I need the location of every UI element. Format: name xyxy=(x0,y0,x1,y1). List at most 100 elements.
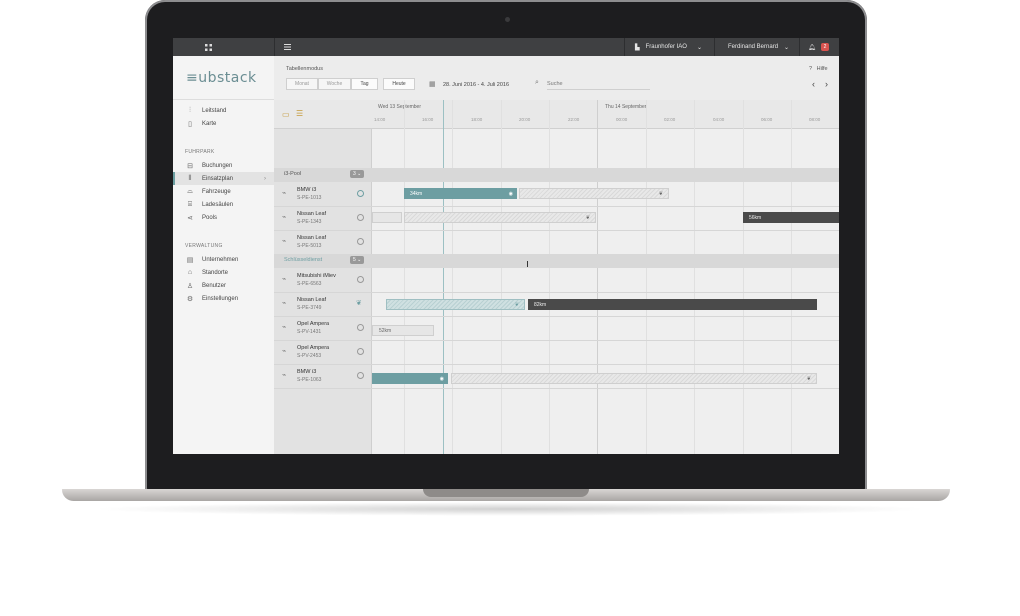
booking-bar[interactable]: ❦ xyxy=(451,373,817,384)
vehicle-row[interactable]: ⌁ Mitsubishi iMiev S-PE-6563 xyxy=(274,268,371,292)
hour-tick: 18:00 xyxy=(471,117,483,122)
toolbar: Tabellenmodus Monat Woche Tag Heute ▦ 28… xyxy=(274,56,839,100)
company-name: Fraunhofer IAO xyxy=(645,44,687,50)
today-button[interactable]: Heute xyxy=(383,78,415,90)
vehicle-row[interactable]: ⌁ Nissan Leaf S-PE-5013 xyxy=(274,230,371,254)
user-name: Ferdinand Bernard xyxy=(728,44,779,50)
booking-bar[interactable]: ◉ xyxy=(372,373,448,384)
laptop-shadow xyxy=(90,502,930,516)
sidebar-item-karte[interactable]: ▯ Karte xyxy=(173,117,274,130)
vehicle-row[interactable]: ⌁ Opel Ampera S-PV-2453 xyxy=(274,340,371,364)
car-side-icon: ⌓ xyxy=(187,187,193,195)
vehicle-row[interactable]: ⌁ BMW i3 S-PE-1063 xyxy=(274,364,371,388)
status-circle-icon xyxy=(357,324,364,331)
hour-tick: 02:00 xyxy=(664,117,676,122)
day-label: Thu 14 September xyxy=(605,104,647,110)
sidebar-item-einstellungen[interactable]: ⚙︎ Einstellungen xyxy=(173,292,274,305)
help-label: Hilfe xyxy=(816,66,828,72)
chevron-right-icon: › xyxy=(264,175,266,182)
status-circle-icon xyxy=(357,348,364,355)
view-month-button[interactable]: Monat xyxy=(286,78,318,90)
vehicle-row[interactable]: ⌁ Nissan Leaf S-PE-3749 ❦ xyxy=(274,292,371,316)
apps-grid-icon[interactable] xyxy=(173,38,273,56)
camera-dot xyxy=(505,17,510,22)
grid-line xyxy=(791,100,792,454)
booking-bar[interactable]: ❦ xyxy=(519,188,669,199)
help-link[interactable]: ? Hilfe xyxy=(809,66,828,72)
status-circle-icon xyxy=(357,276,364,283)
sidebar-item-leitstand[interactable]: ⫶ Leitstand xyxy=(173,104,274,117)
sidebar-item-pools[interactable]: ⋖ Pools xyxy=(173,211,274,224)
notifications[interactable]: 🔔︎ 2 xyxy=(799,38,839,56)
search-icon: ⌕ xyxy=(535,79,539,86)
sidebar-item-buchungen[interactable]: ⊟ Buchungen xyxy=(173,159,274,172)
vehicle-plate: S-PV-2453 xyxy=(297,353,322,359)
search-input[interactable]: Suche xyxy=(547,81,650,90)
group-count-badge[interactable]: 5 ⌄ xyxy=(350,256,365,264)
vehicle-row[interactable]: ⌁ Nissan Leaf S-PE-1343 xyxy=(274,206,371,230)
brand-logo: ≡ubstack xyxy=(186,70,257,86)
share-icon: ⋖ xyxy=(187,214,193,222)
plug-icon: ⌁ xyxy=(282,300,287,307)
next-icon[interactable]: › xyxy=(825,79,828,89)
sidebar-item-fahrzeuge[interactable]: ⌓ Fahrzeuge xyxy=(173,185,274,198)
car-icon: ⊟ xyxy=(187,162,193,170)
booking-bar[interactable]: ❦ xyxy=(386,299,525,310)
grid-line xyxy=(501,100,502,454)
menu-toggle-icon[interactable] xyxy=(274,38,294,56)
user-menu[interactable]: Ferdinand Bernard ⌄ xyxy=(714,38,799,56)
booking-bar[interactable] xyxy=(372,212,402,223)
sidebar-item-einsatzplan[interactable]: ⫴ Einsatzplan › xyxy=(173,172,274,185)
group-count: 3 xyxy=(353,171,356,177)
vehicle-plate: S-PV-1431 xyxy=(297,329,322,335)
building-icon: ▙ xyxy=(635,44,640,51)
sidebar-item-label: Pools xyxy=(202,214,218,221)
date-range[interactable]: 28. Juni 2016 - 4. Juli 2016 xyxy=(443,82,509,88)
group-count-badge[interactable]: 3 ⌄ xyxy=(350,170,365,178)
booking-bar[interactable]: 56km xyxy=(743,212,839,223)
chevron-down-icon: ⌄ xyxy=(696,44,703,51)
booking-bar[interactable]: 52km xyxy=(372,325,434,336)
vehicle-plate: S-PE-1013 xyxy=(297,195,322,201)
sidebar-item-label: Karte xyxy=(202,120,217,127)
mode-label: Tabellenmodus xyxy=(286,66,323,72)
charger-icon: ⌸ xyxy=(187,200,193,208)
prev-icon[interactable]: ‹ xyxy=(812,79,815,89)
hour-tick: 14:00 xyxy=(374,117,386,122)
hour-tick: 22:00 xyxy=(568,117,580,122)
day-separator xyxy=(597,100,598,454)
view-week-button[interactable]: Woche xyxy=(318,78,351,90)
leaf-icon: ❦ xyxy=(585,214,590,221)
hour-tick: 06:00 xyxy=(761,117,773,122)
company-selector[interactable]: ▙ Fraunhofer IAO ⌄ xyxy=(624,38,714,56)
vehicle-row[interactable]: ⌁ BMW i3 S-PE-1013 xyxy=(274,182,371,206)
vehicle-name: BMW i3 xyxy=(297,369,317,375)
sliders-icon: ⫶ xyxy=(189,106,191,114)
vehicle-name: Opel Ampera xyxy=(297,321,330,327)
view-day-button[interactable]: Tag xyxy=(351,78,378,90)
target-icon: ◉ xyxy=(439,375,444,382)
booking-bar[interactable]: 82km xyxy=(528,299,817,310)
plug-icon: ⌁ xyxy=(282,238,287,245)
vehicle-plate: S-PE-3749 xyxy=(297,305,322,311)
sidebar-item-unternehmen[interactable]: ▤ Unternehmen xyxy=(173,253,274,266)
list-icon[interactable]: ☰ xyxy=(296,109,303,118)
building-icon: ▤ xyxy=(186,256,194,264)
booking-bar[interactable]: 34km ◉ xyxy=(404,188,517,199)
sidebar-item-benutzer[interactable]: ♙ Benutzer xyxy=(173,279,274,292)
booking-bar[interactable]: ❦ xyxy=(404,212,596,223)
grid-line xyxy=(694,100,695,454)
calendar-icon[interactable]: ▦ xyxy=(429,80,436,88)
vehicle-plate: S-PE-1343 xyxy=(297,219,322,225)
vehicle-row[interactable]: ⌁ Opel Ampera S-PV-1431 xyxy=(274,316,371,340)
sidebar-item-label: Einstellungen xyxy=(202,295,239,302)
map-icon: ▯ xyxy=(188,120,192,128)
group-count: 5 xyxy=(353,257,356,263)
sidebar-item-label: Fahrzeuge xyxy=(202,188,231,195)
battery-icon[interactable]: ▭ xyxy=(282,110,290,119)
sidebar-item-ladesaeulen[interactable]: ⌸ Ladesäulen xyxy=(173,198,274,211)
status-circle-icon xyxy=(357,238,364,245)
sidebar-item-standorte[interactable]: ⌂ Standorte xyxy=(173,266,274,279)
status-circle-icon xyxy=(357,372,364,379)
day-label: Wed 13 September xyxy=(378,104,421,110)
